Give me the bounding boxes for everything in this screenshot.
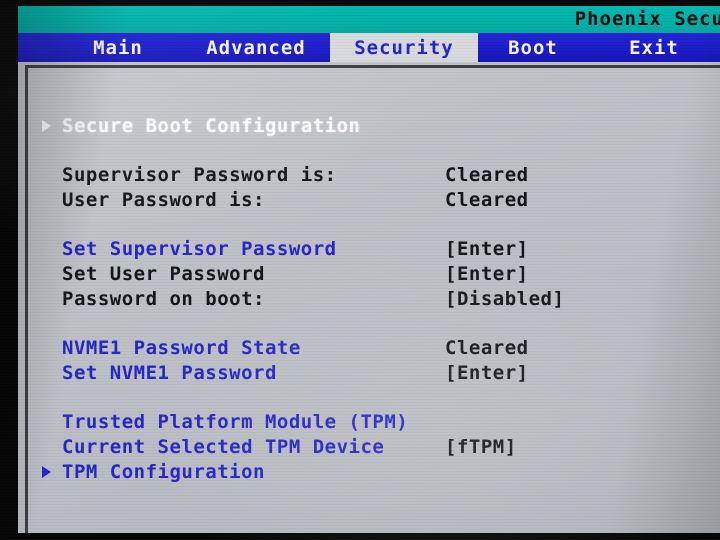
tab-advanced[interactable]: Advanced: [182, 33, 330, 62]
bios-screen-photo: Phoenix Secu Main Advanced Security Boot Exi…: [0, 0, 720, 540]
bios-title: Phoenix Secu: [574, 8, 720, 30]
setting-label: Secure Boot Configuration: [62, 115, 361, 137]
setting-row-set-nvme1-password[interactable]: Set NVME1 Password [Enter]: [28, 361, 720, 386]
setting-label: Supervisor Password is:: [62, 164, 337, 186]
setting-label: NVME1 Password State: [62, 337, 301, 359]
title-bar: Phoenix Secu: [18, 6, 720, 33]
tab-boot[interactable]: Boot: [478, 33, 588, 62]
menu-bar: Main Advanced Security Boot Exit: [18, 33, 720, 62]
setting-row-user-password-is[interactable]: User Password is: Cleared: [28, 188, 720, 213]
setting-label: User Password is:: [62, 189, 265, 211]
setting-row-current-selected-tpm-device[interactable]: Current Selected TPM Device [fTPM]: [28, 435, 720, 460]
setting-value[interactable]: [Enter]: [445, 361, 529, 386]
setting-row-set-supervisor-password[interactable]: Set Supervisor Password [Enter]: [28, 237, 720, 262]
setting-value[interactable]: [Disabled]: [445, 287, 564, 312]
settings-list: Secure Boot Configuration Supervisor Pass…: [28, 68, 720, 533]
setting-value[interactable]: Cleared: [445, 188, 529, 213]
panel-inner: Secure Boot Configuration Supervisor Pass…: [28, 68, 720, 533]
setting-row-nvme1-password-state[interactable]: NVME1 Password State Cleared: [28, 336, 720, 361]
setting-row-secure-boot-configuration[interactable]: Secure Boot Configuration: [28, 114, 720, 139]
tab-security[interactable]: Security: [330, 33, 478, 62]
setting-label: Set Supervisor Password: [62, 238, 337, 260]
setting-label: Current Selected TPM Device: [62, 436, 385, 458]
setting-value[interactable]: Cleared: [445, 163, 529, 188]
submenu-arrow-icon: [42, 120, 51, 132]
setting-label: Password on boot:: [62, 288, 265, 310]
setting-label: Set User Password: [62, 263, 265, 285]
setting-value[interactable]: [Enter]: [445, 237, 529, 262]
setting-row-set-user-password[interactable]: Set User Password [Enter]: [28, 262, 720, 287]
setting-label: Trusted Platform Module (TPM): [62, 411, 409, 433]
content-panel: Secure Boot Configuration Supervisor Pass…: [18, 62, 720, 533]
setting-label: TPM Configuration: [62, 461, 265, 483]
tab-exit[interactable]: Exit: [588, 33, 720, 62]
setting-row-tpm-configuration[interactable]: TPM Configuration: [28, 460, 720, 485]
bios-display: Phoenix Secu Main Advanced Security Boot Exi…: [18, 6, 720, 533]
submenu-arrow-icon: [42, 466, 51, 478]
setting-value[interactable]: Cleared: [445, 336, 529, 361]
setting-row-supervisor-password-is[interactable]: Supervisor Password is: Cleared: [28, 163, 720, 188]
setting-row-trusted-platform-module-tpm[interactable]: Trusted Platform Module (TPM): [28, 410, 720, 435]
setting-value[interactable]: [fTPM]: [445, 435, 517, 460]
tab-main[interactable]: Main: [54, 33, 182, 62]
setting-value[interactable]: [Enter]: [445, 262, 529, 287]
setting-label: Set NVME1 Password: [62, 362, 277, 384]
setting-row-password-on-boot[interactable]: Password on boot: [Disabled]: [28, 287, 720, 312]
